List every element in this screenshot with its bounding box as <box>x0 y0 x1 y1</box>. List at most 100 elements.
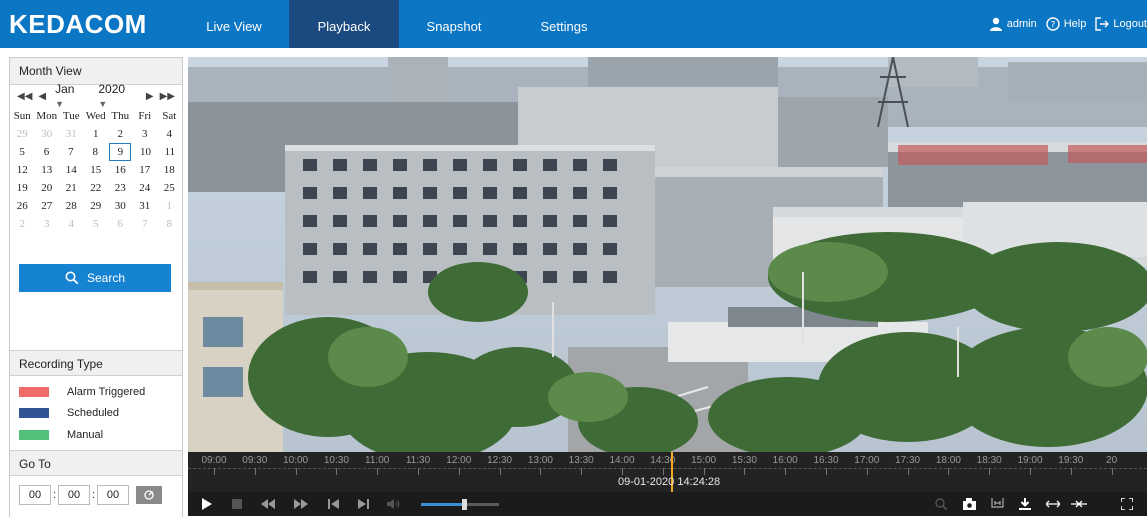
search-label: Search <box>86 271 126 285</box>
legend-alarm: Alarm Triggered <box>19 386 145 398</box>
calendar-day[interactable]: 16 <box>108 161 133 179</box>
calendar-day[interactable]: 18 <box>157 161 182 179</box>
calendar-day[interactable]: 13 <box>35 161 60 179</box>
nav-playback[interactable]: Playback <box>289 0 399 48</box>
calendar-day[interactable]: 5 <box>84 215 109 233</box>
timeline-tick <box>907 468 909 475</box>
calendar-day[interactable]: 14 <box>59 161 84 179</box>
calendar-day[interactable]: 31 <box>133 197 158 215</box>
next-month-icon[interactable]: ▶ <box>143 91 157 102</box>
nav-snapshot[interactable]: Snapshot <box>399 0 509 48</box>
calendar-day[interactable]: 21 <box>59 179 84 197</box>
help-label: Help <box>1063 18 1087 30</box>
calendar-day[interactable]: 17 <box>133 161 158 179</box>
calendar-day[interactable]: 27 <box>35 197 60 215</box>
calendar-day[interactable]: 15 <box>84 161 109 179</box>
mute-button[interactable] <box>384 492 402 516</box>
calendar-day[interactable]: 29 <box>84 197 109 215</box>
stop-button[interactable] <box>228 492 246 516</box>
calendar-day[interactable]: 24 <box>133 179 158 197</box>
timeline-tick <box>581 468 583 475</box>
download-button[interactable] <box>1016 492 1034 516</box>
calendar-day[interactable]: 5 <box>10 143 34 161</box>
rewind-button[interactable] <box>258 492 278 516</box>
expand-horizontal-icon <box>1046 500 1060 508</box>
current-time: 09-01-2020 14:24:28 <box>618 476 721 488</box>
calendar-day[interactable]: 2 <box>108 125 133 143</box>
fullscreen-button[interactable] <box>1118 492 1136 516</box>
calendar-day[interactable]: 7 <box>133 215 158 233</box>
calendar-day[interactable]: 22 <box>84 179 109 197</box>
calendar-day[interactable]: 6 <box>108 215 133 233</box>
prev-month-icon[interactable]: ◀ <box>35 91 49 102</box>
calendar-day[interactable]: 30 <box>108 197 133 215</box>
play-button[interactable] <box>198 492 216 516</box>
timeline-tick <box>295 468 297 475</box>
calendar-day[interactable]: 6 <box>34 143 58 161</box>
skip-back-icon <box>327 499 339 509</box>
timeline-tick <box>866 468 868 475</box>
next-year-icon[interactable]: ▶▶ <box>157 91 178 102</box>
calendar-day[interactable]: 3 <box>35 215 60 233</box>
zoom-in-timeline-button[interactable] <box>1044 492 1062 516</box>
calendar-day[interactable]: 19 <box>10 179 35 197</box>
calendar-day[interactable]: 10 <box>133 143 157 161</box>
calendar-day[interactable]: 31 <box>59 125 84 143</box>
calendar-day[interactable]: 12 <box>10 161 35 179</box>
calendar-day[interactable]: 1 <box>84 125 109 143</box>
zoom-out-timeline-button[interactable] <box>1070 492 1088 516</box>
timeline-tick <box>214 468 215 475</box>
legend-swatch <box>19 387 49 397</box>
play-icon <box>202 498 212 510</box>
calendar-day[interactable]: 30 <box>35 125 60 143</box>
calendar-day[interactable]: 7 <box>59 143 83 161</box>
calendar-day[interactable]: 4 <box>157 125 182 143</box>
prev-frame-button[interactable] <box>324 492 342 516</box>
logout-link[interactable]: Logout <box>1095 0 1147 51</box>
timeline-label: 11:00 <box>365 455 390 466</box>
calendar-day[interactable]: 3 <box>133 125 158 143</box>
calendar-day[interactable]: 4 <box>59 215 84 233</box>
calendar-day[interactable]: 25 <box>157 179 182 197</box>
snapshot-button[interactable] <box>960 492 978 516</box>
month-select[interactable]: Jan ▼ <box>49 82 92 110</box>
fast-forward-button[interactable] <box>291 492 311 516</box>
calendar-day[interactable]: 11 <box>158 143 182 161</box>
hour-input[interactable]: 00 <box>19 485 51 505</box>
calendar-day-selected[interactable]: 9 <box>109 143 132 161</box>
search-button[interactable]: Search <box>19 264 171 292</box>
calendar-day[interactable]: 28 <box>59 197 84 215</box>
volume-handle[interactable] <box>461 499 467 510</box>
clip-button[interactable] <box>988 492 1006 516</box>
calendar-day[interactable]: 20 <box>35 179 60 197</box>
zoom-button[interactable] <box>932 492 950 516</box>
calendar-day[interactable]: 26 <box>10 197 35 215</box>
goto-button[interactable] <box>136 486 162 504</box>
video-player[interactable] <box>188 57 1147 452</box>
calendar-day[interactable]: 8 <box>83 143 107 161</box>
calendar-day[interactable]: 1 <box>157 197 182 215</box>
calendar-day[interactable]: 8 <box>157 215 182 233</box>
year-select[interactable]: 2020 ▼ <box>92 82 143 110</box>
help-link[interactable]: ? Help <box>1046 0 1087 51</box>
second-input[interactable]: 00 <box>97 485 129 505</box>
next-frame-button[interactable] <box>354 492 372 516</box>
legend-swatch <box>19 430 49 440</box>
user-menu[interactable]: admin <box>989 0 1037 51</box>
timeline-tick <box>1111 468 1113 475</box>
left-panel: Month View ◀◀ ◀ Jan ▼ 2020 ▼ ▶ ▶▶ Sun Mo… <box>9 57 183 517</box>
minute-input[interactable]: 00 <box>58 485 90 505</box>
timeline-tick <box>744 468 746 475</box>
prev-year-icon[interactable]: ◀◀ <box>14 91 35 102</box>
calendar-day[interactable]: 23 <box>108 179 133 197</box>
timeline[interactable]: 09:00 09:30 10:00 10:30 11:00 11:30 12:00 12:30… <box>188 452 1147 492</box>
month-view-title: Month View <box>10 58 182 85</box>
stop-icon <box>232 499 242 509</box>
clip-icon <box>990 498 1004 508</box>
volume-slider[interactable] <box>421 499 499 510</box>
calendar-day[interactable]: 2 <box>10 215 35 233</box>
nav-live-view[interactable]: Live View <box>179 0 289 48</box>
calendar-day[interactable]: 29 <box>10 125 35 143</box>
nav-settings[interactable]: Settings <box>509 0 619 48</box>
legend-swatch <box>19 408 49 418</box>
